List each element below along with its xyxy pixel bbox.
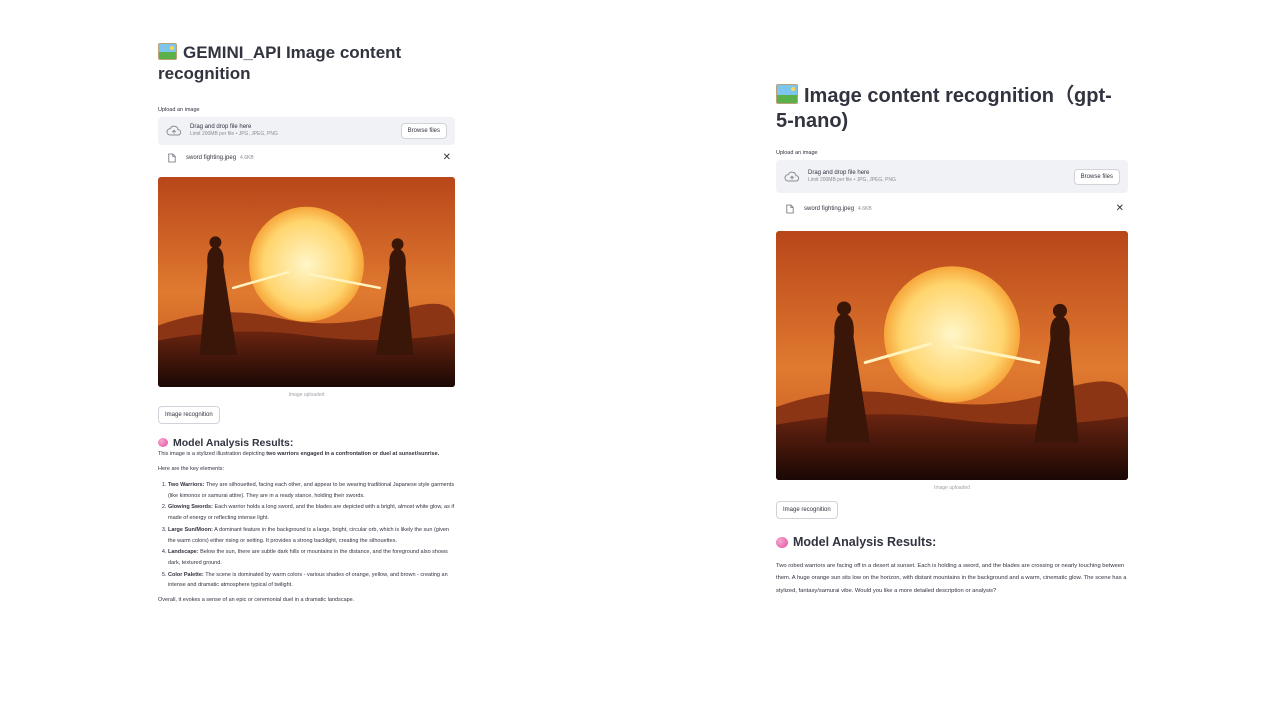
image-caption: Image uploaded <box>934 485 970 491</box>
close-icon[interactable]: ✕ <box>443 152 451 163</box>
framed-picture-icon <box>158 43 177 60</box>
results-outro: Overall, it evokes a sense of an epic or… <box>158 597 355 604</box>
list-item: Color Palette: The scene is dominated by… <box>168 570 455 591</box>
key-elements-label: Here are the key elements: <box>158 466 225 473</box>
file-icon <box>168 153 176 162</box>
uploaded-file-row: sword fighting.jpeg 4.6KB ✕ <box>776 193 1128 225</box>
file-size: 4.6KB <box>858 206 872 212</box>
results-text: This image is a stylized illustration de… <box>158 449 455 606</box>
dropzone-instructions: Drag and drop file here <box>808 169 870 176</box>
brain-icon <box>776 536 788 548</box>
file-dropzone[interactable]: Drag and drop file here Limit 200MB per … <box>776 160 1128 193</box>
uploaded-file-row: sword fighting.jpeg 4.6KB ✕ <box>158 145 455 171</box>
upload-label: Upload an image <box>158 106 200 113</box>
results-heading: Model Analysis Results: <box>158 437 455 449</box>
list-item: Two Warriors: They are silhouetted, faci… <box>168 480 455 501</box>
list-item: Glowing Swords: Each warrior holds a lon… <box>168 502 455 523</box>
cloud-upload-icon <box>784 171 800 181</box>
page-title: GEMINI_API Image content recognition <box>158 43 402 84</box>
results-text: Two robed warriors are facing off in a d… <box>776 563 1127 594</box>
uploaded-image <box>776 231 1128 480</box>
right-app-panel: Image content recognition（gpt-5-nano) Up… <box>776 84 1128 597</box>
duel-illustration <box>776 231 1128 480</box>
close-icon[interactable]: ✕ <box>1116 204 1124 214</box>
left-app-panel: GEMINI_API Image content recognition Upl… <box>158 42 455 611</box>
file-icon <box>786 204 794 214</box>
browse-files-button[interactable]: Browse files <box>1073 168 1120 185</box>
dropzone-instructions: Drag and drop file here <box>190 123 252 130</box>
brain-icon <box>158 438 168 447</box>
file-name: sword fighting.jpeg <box>186 154 237 161</box>
uploaded-image <box>158 176 455 387</box>
image-recognition-button[interactable]: Image recognition <box>158 405 220 424</box>
cloud-upload-icon <box>166 125 182 135</box>
image-recognition-button[interactable]: Image recognition <box>776 501 838 519</box>
file-dropzone[interactable]: Drag and drop file here Limit 200MB per … <box>158 116 455 145</box>
dropzone-limits: Limit 200MB per file • JPG, JPEG, PNG <box>190 131 278 138</box>
list-item: Landscape: Below the sun, there are subt… <box>168 547 455 568</box>
results-intro: This image is a stylized illustration de… <box>158 450 440 457</box>
key-elements-list: Two Warriors: They are silhouetted, faci… <box>158 480 455 591</box>
framed-picture-icon <box>776 84 798 104</box>
file-name: sword fighting.jpeg <box>804 206 855 212</box>
dropzone-limits: Limit 200MB per file • JPG, JPEG, PNG <box>808 177 896 184</box>
duel-illustration <box>158 176 455 387</box>
list-item: Large Sun/Moon: A dominant feature in th… <box>168 525 455 546</box>
results-heading: Model Analysis Results: <box>776 535 1128 549</box>
page-title: Image content recognition（gpt-5-nano) <box>776 84 1112 132</box>
browse-files-button[interactable]: Browse files <box>400 122 447 139</box>
file-size: 4.6KB <box>240 154 254 161</box>
image-caption: Image uploaded <box>288 391 325 398</box>
upload-label: Upload an image <box>776 150 818 156</box>
